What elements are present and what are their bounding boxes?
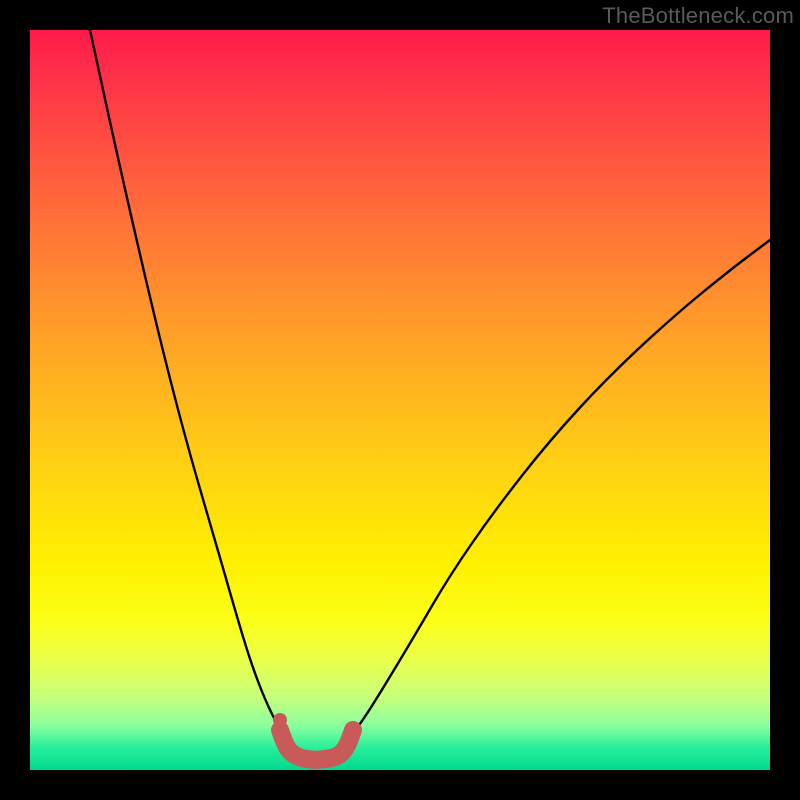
- chart-frame: [30, 30, 770, 770]
- chart-svg: [30, 30, 770, 770]
- right-curve: [340, 240, 770, 748]
- left-curve: [90, 30, 288, 746]
- bottom-band: [280, 730, 353, 760]
- watermark-text: TheBottleneck.com: [602, 3, 794, 29]
- left-dot-marker: [273, 713, 287, 727]
